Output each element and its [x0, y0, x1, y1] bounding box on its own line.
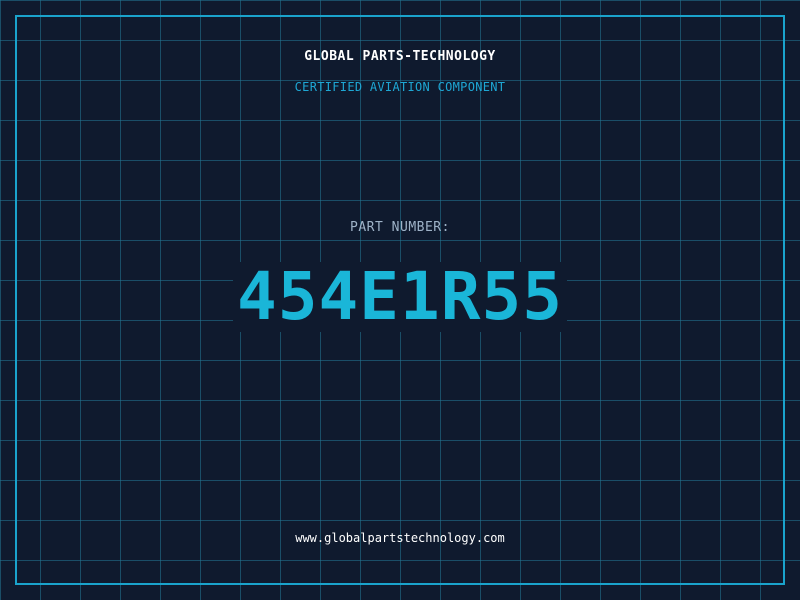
- website-url: www.globalpartstechnology.com: [295, 531, 505, 545]
- part-number-label: PART NUMBER:: [350, 220, 450, 235]
- company-name: GLOBAL PARTS-TECHNOLOGY: [304, 49, 496, 64]
- part-number-value: 454E1R55: [233, 262, 567, 332]
- part-number-container: 454E1R55: [0, 262, 800, 332]
- tagline: CERTIFIED AVIATION COMPONENT: [294, 80, 506, 94]
